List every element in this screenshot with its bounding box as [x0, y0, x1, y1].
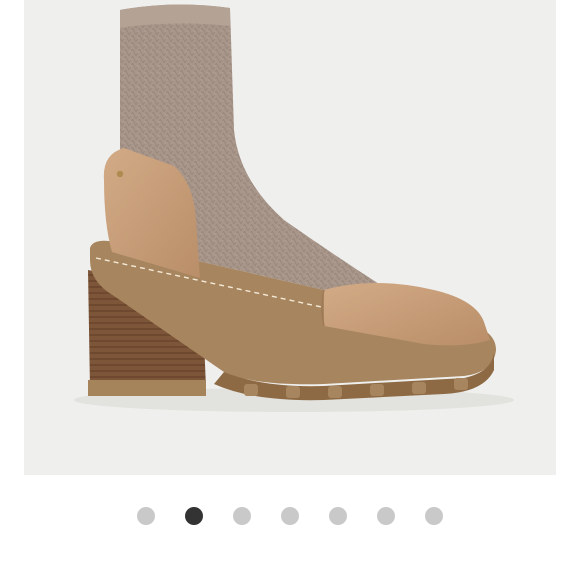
- carousel-dot-6[interactable]: [377, 507, 395, 525]
- carousel-dot-2[interactable]: [185, 507, 203, 525]
- product-image-viewer: [0, 0, 580, 580]
- carousel-dot-1[interactable]: [137, 507, 155, 525]
- carousel-dot-3[interactable]: [233, 507, 251, 525]
- carousel-pagination: [0, 506, 580, 526]
- carousel-dot-7[interactable]: [425, 507, 443, 525]
- boot-image: [74, 4, 514, 412]
- product-photo[interactable]: [24, 0, 556, 475]
- carousel-dot-4[interactable]: [281, 507, 299, 525]
- carousel-dot-5[interactable]: [329, 507, 347, 525]
